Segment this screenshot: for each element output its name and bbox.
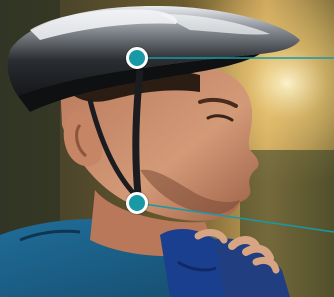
product-hotspot-image	[0, 0, 334, 297]
cyclist-photo	[0, 0, 334, 297]
hotspot-helmet[interactable]	[126, 47, 148, 69]
hotspot-chin-strap[interactable]	[126, 192, 148, 214]
